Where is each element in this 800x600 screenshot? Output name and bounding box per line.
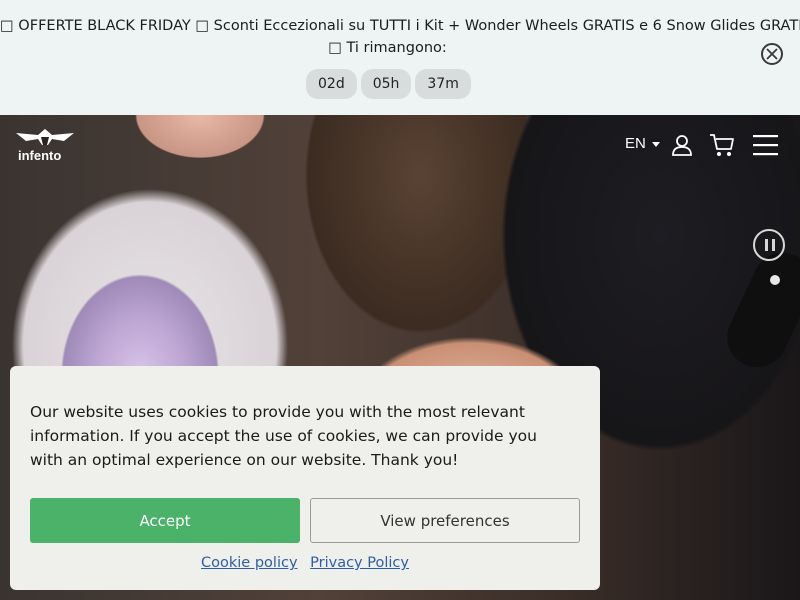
countdown-minutes: 37m bbox=[415, 69, 471, 99]
countdown-days: 02d bbox=[306, 69, 357, 99]
language-selector[interactable]: EN bbox=[625, 135, 646, 152]
cart-icon[interactable] bbox=[709, 133, 735, 159]
cookie-links: Cookie policy Privacy Policy bbox=[10, 555, 600, 571]
user-icon[interactable] bbox=[671, 134, 693, 156]
hero-decor-dot bbox=[770, 275, 780, 285]
privacy-policy-link[interactable]: Privacy Policy bbox=[310, 555, 409, 571]
menu-icon[interactable] bbox=[753, 134, 778, 156]
pause-icon[interactable] bbox=[753, 229, 785, 261]
promo-countdown-label: □ Ti rimangono: bbox=[328, 40, 447, 56]
countdown-hours: 05h bbox=[360, 69, 412, 99]
accept-button[interactable]: Accept bbox=[30, 498, 300, 543]
cookie-policy-link[interactable]: Cookie policy bbox=[201, 555, 298, 571]
close-icon[interactable] bbox=[761, 43, 783, 65]
promo-banner: □ OFFERTE BLACK FRIDAY □ Sconti Eccezion… bbox=[0, 0, 800, 115]
promo-headline: □ OFFERTE BLACK FRIDAY □ Sconti Eccezion… bbox=[0, 18, 800, 34]
view-preferences-button[interactable]: View preferences bbox=[310, 498, 580, 543]
cookie-dialog: Our website uses cookies to provide you … bbox=[10, 366, 600, 590]
cookie-message: Our website uses cookies to provide you … bbox=[30, 403, 537, 469]
chevron-down-icon[interactable] bbox=[652, 142, 660, 147]
countdown-timer: 02d 05h 37m bbox=[306, 69, 471, 99]
logo-text[interactable]: infento bbox=[18, 148, 61, 163]
